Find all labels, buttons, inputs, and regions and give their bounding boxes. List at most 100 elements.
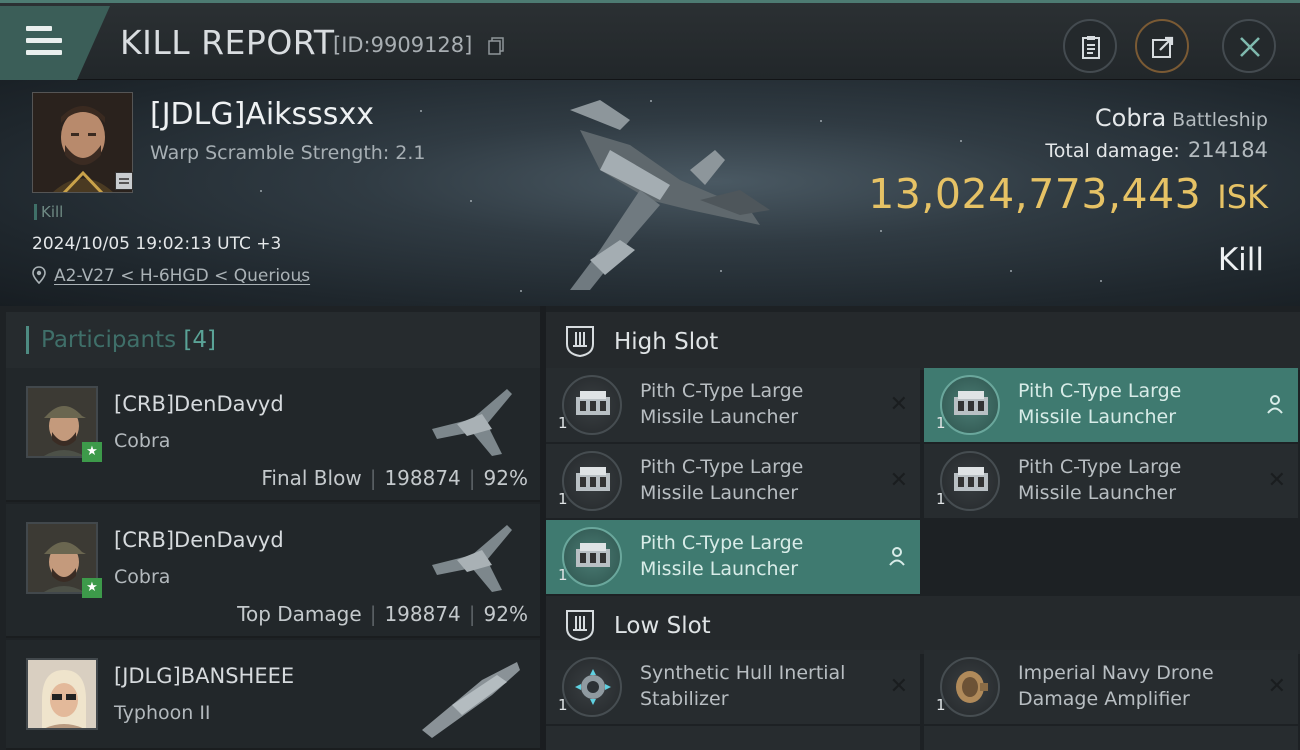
total-damage-label: Total damage: (1045, 140, 1180, 162)
participant-stats: Final Blow | 198874 | 92% (261, 466, 528, 490)
module-name-line1: Synthetic Hull Inertial (640, 662, 846, 684)
participants-panel: Participants [4] ★ [CRB]DenDavyd Cobra F… (0, 306, 540, 750)
participant-ship: Cobra (114, 430, 171, 452)
participant-row[interactable]: ★ [CRB]DenDavyd Cobra Top Damage | 198874 |… (6, 504, 540, 638)
module-item-partial[interactable] (924, 726, 1298, 750)
participant-name: [JDLG]BANSHEEE (114, 664, 295, 688)
location-pin-icon (32, 266, 46, 284)
participant-row[interactable]: [JDLG]BANSHEEE Typhoon II (6, 640, 540, 750)
fitting-panel: High Slot 1 Pith C-Type Large Missile Lau… (546, 306, 1300, 750)
close-button[interactable] (1222, 19, 1276, 73)
module-name-line1: Pith C-Type Large (640, 456, 804, 478)
module-item[interactable]: 1 Pith C-Type Large Missile Launcher (546, 520, 920, 594)
kill-type: Kill (1217, 242, 1264, 278)
destroyed-icon: ✕ (1267, 674, 1286, 699)
missile-launcher-icon (562, 375, 622, 435)
participant-ship-image (432, 389, 512, 456)
module-name-line2: Missile Launcher (640, 558, 799, 580)
corp-badge-icon (115, 172, 133, 190)
participant-name: [CRB]DenDavyd (114, 528, 284, 552)
low-slot-label: Low Slot (614, 613, 711, 639)
total-damage: Total damage: 214184 (1045, 138, 1268, 162)
kill-datetime: 2024/10/05 19:02:13 UTC +3 (32, 234, 282, 254)
dropped-person-icon (1267, 395, 1283, 414)
victim-name[interactable]: [JDLG]Aiksssxx (150, 97, 374, 132)
location-link[interactable]: A2-V27 < H-6HGD < Querious (54, 266, 310, 286)
participants-count: [4] (183, 327, 217, 353)
participant-percent: 92% (483, 466, 528, 490)
warp-scramble-strength: Warp Scramble Strength: 2.1 (150, 142, 426, 164)
module-name-line1: Pith C-Type Large (1018, 380, 1182, 402)
participants-header: Participants [4] (6, 312, 540, 370)
clipboard-icon (1082, 36, 1100, 59)
module-name-line1: Imperial Navy Drone (1018, 662, 1214, 684)
module-quantity: 1 (936, 490, 946, 508)
module-name-line2: Stabilizer (640, 688, 729, 710)
page-title: KILL REPORT (120, 23, 335, 62)
share-icon (1152, 36, 1174, 58)
module-name-line2: Missile Launcher (1018, 482, 1177, 504)
module-quantity: 1 (936, 696, 946, 714)
victim-ship[interactable]: Cobra Battleship (1095, 104, 1268, 132)
drone-damage-amplifier-icon (940, 657, 1000, 717)
participant-role: Top Damage (237, 602, 362, 626)
module-name-line2: Missile Launcher (640, 406, 799, 428)
participant-row[interactable]: ★ [CRB]DenDavyd Cobra Final Blow | 198874 |… (6, 368, 540, 502)
victim-ship-image (570, 100, 770, 290)
module-item[interactable]: 1 Pith C-Type Large Missile Launcher (924, 368, 1298, 442)
destroyed-icon: ✕ (889, 674, 908, 699)
destroyed-icon: ✕ (1267, 468, 1286, 493)
kill-tag: Kill (34, 204, 63, 220)
participant-ship-image (432, 525, 512, 592)
module-name-line1: Pith C-Type Large (1018, 456, 1182, 478)
clipboard-button[interactable] (1063, 19, 1117, 73)
isk-value: 13,024,773,443 ISK (868, 170, 1268, 218)
module-name-line1: Pith C-Type Large (640, 380, 804, 402)
module-quantity: 1 (558, 490, 568, 508)
module-name-line2: Missile Launcher (1018, 406, 1177, 428)
participant-damage: 198874 (384, 602, 461, 626)
high-slot-header: High Slot (546, 312, 1300, 370)
module-item[interactable]: 1 Pith C-Type Large Missile Launcher ✕ (546, 444, 920, 518)
copy-icon[interactable] (488, 37, 504, 55)
low-slot-header: Low Slot (546, 596, 1300, 654)
missile-launcher-icon (940, 375, 1000, 435)
module-name-line1: Pith C-Type Large (640, 532, 804, 554)
participant-stats: Top Damage | 198874 | 92% (237, 602, 528, 626)
module-quantity: 1 (558, 414, 568, 432)
participant-role: Final Blow (261, 466, 362, 490)
module-item-partial[interactable] (546, 726, 920, 750)
module-item[interactable]: 1 Imperial Navy Drone Damage Amplifier ✕ (924, 650, 1298, 724)
module-name-line2: Damage Amplifier (1018, 688, 1190, 710)
star-icon: ★ (82, 578, 102, 598)
total-damage-value: 214184 (1187, 138, 1268, 162)
missile-launcher-icon (940, 451, 1000, 511)
report-id: [ID:9909128] (333, 33, 473, 57)
star-icon: ★ (82, 442, 102, 462)
participant-avatar (26, 658, 98, 730)
hamburger-icon (26, 26, 62, 62)
participant-damage: 198874 (384, 466, 461, 490)
module-item[interactable]: 1 Synthetic Hull Inertial Stabilizer ✕ (546, 650, 920, 724)
dropped-person-icon (889, 547, 905, 566)
high-slot-label: High Slot (614, 329, 719, 355)
participant-ship: Typhoon II (114, 702, 211, 724)
top-bar: KILL REPORT [ID:9909128] (0, 0, 1300, 80)
module-item[interactable]: 1 Pith C-Type Large Missile Launcher ✕ (924, 444, 1298, 518)
isk-unit: ISK (1217, 178, 1268, 216)
isk-amount: 13,024,773,443 (868, 170, 1202, 218)
low-slot-icon (566, 610, 594, 642)
module-name-line2: Missile Launcher (640, 482, 799, 504)
participant-ship-image (422, 662, 520, 738)
menu-button[interactable] (0, 6, 110, 80)
ship-name: Cobra (1094, 104, 1167, 132)
participant-percent: 92% (483, 602, 528, 626)
high-slot-icon (566, 326, 594, 358)
share-button[interactable] (1135, 19, 1189, 73)
close-icon (1240, 37, 1260, 57)
module-quantity: 1 (558, 566, 568, 584)
module-item[interactable]: 1 Pith C-Type Large Missile Launcher ✕ (546, 368, 920, 442)
module-quantity: 1 (558, 696, 568, 714)
inertial-stabilizer-icon (562, 657, 622, 717)
module-quantity: 1 (936, 414, 946, 432)
